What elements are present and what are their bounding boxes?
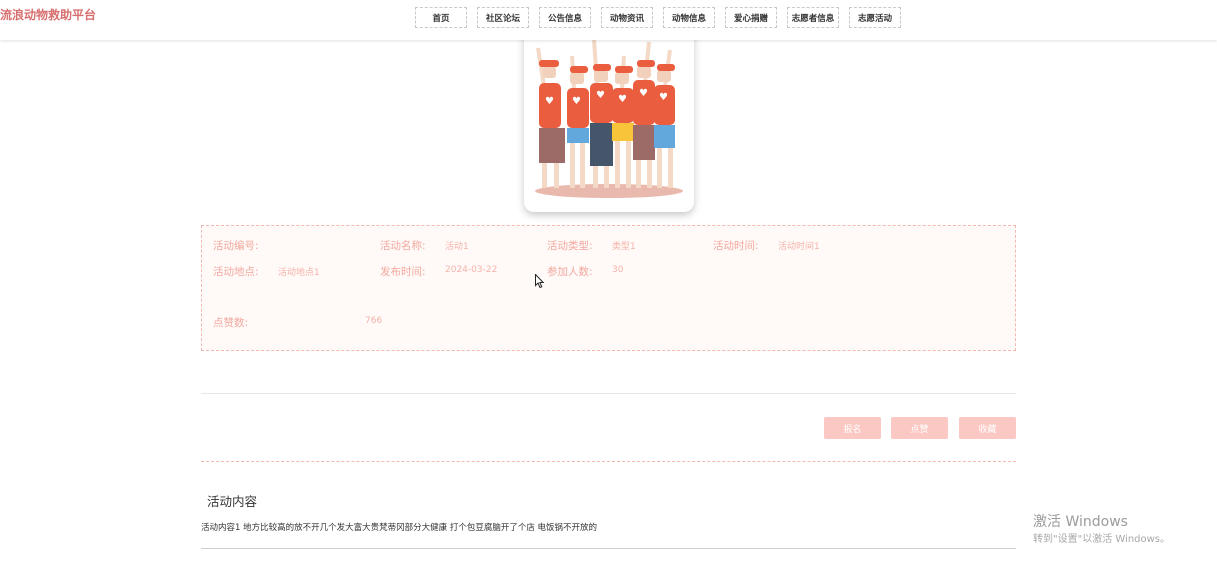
publish-time-value: 2024-03-22 xyxy=(445,265,498,275)
content-section-title: 活动内容 xyxy=(207,494,258,509)
nav-announcements[interactable]: 公告信息 xyxy=(539,7,591,28)
content-text: 活动内容1 地方比较高的放不开几个发大富大贵梵蒂冈部分大健康 打个包豆腐脑开了个… xyxy=(201,523,598,533)
activity-cover-image: ♥ ♥ ♥ ♥ ♥ ♥ xyxy=(524,28,694,212)
nav-volunteer-info[interactable]: 志愿者信息 xyxy=(787,7,839,28)
signup-button[interactable]: 报名 xyxy=(824,417,881,439)
nav-forum[interactable]: 社区论坛 xyxy=(477,7,529,28)
activity-name-value: 活动1 xyxy=(445,242,469,252)
divider xyxy=(201,393,1016,394)
svg-text:♥: ♥ xyxy=(639,88,648,99)
nav-volunteer-activities[interactable]: 志愿活动 xyxy=(849,7,901,28)
activity-info-panel: 活动编号: 活动名称: 活动1 活动类型: 类型1 活动时间: 活动时间1 活动… xyxy=(201,225,1016,351)
likes-value: 766 xyxy=(365,316,383,326)
favorite-button[interactable]: 收藏 xyxy=(959,417,1016,439)
nav-donation[interactable]: 爱心捐赠 xyxy=(725,7,777,28)
nav-animal-info[interactable]: 动物信息 xyxy=(663,7,715,28)
divider xyxy=(201,461,1016,462)
svg-text:♥: ♥ xyxy=(545,96,554,107)
participant-count-value: 30 xyxy=(612,265,624,275)
top-navbar: 流浪动物救助平台 首页 社区论坛 公告信息 动物资讯 动物信息 爱心捐赠 志愿者… xyxy=(0,0,1217,40)
nav-animal-news[interactable]: 动物资讯 xyxy=(601,7,653,28)
svg-text:♥: ♥ xyxy=(572,96,581,107)
activity-type-label: 活动类型: xyxy=(547,240,593,252)
mouse-pointer-icon xyxy=(535,274,545,289)
volunteers-illustration: ♥ ♥ ♥ ♥ ♥ ♥ xyxy=(535,39,683,198)
site-title[interactable]: 流浪动物救助平台 xyxy=(0,6,96,23)
activity-time-label: 活动时间: xyxy=(713,240,759,252)
svg-text:♥: ♥ xyxy=(596,90,605,101)
activity-name-label: 活动名称: xyxy=(380,240,426,252)
publish-time-label: 发布时间: xyxy=(380,266,426,278)
activity-place-value: 活动地点1 xyxy=(278,268,320,278)
windows-activation-title: 激活 Windows xyxy=(1033,514,1128,530)
activity-place-label: 活动地点: xyxy=(213,266,259,278)
activity-id-label: 活动编号: xyxy=(213,240,259,252)
main-nav: 首页 社区论坛 公告信息 动物资讯 动物信息 爱心捐赠 志愿者信息 志愿活动 xyxy=(415,7,911,28)
windows-activation-hint: 转到"设置"以激活 Windows。 xyxy=(1033,534,1171,545)
nav-home[interactable]: 首页 xyxy=(415,7,467,28)
svg-text:♥: ♥ xyxy=(618,94,627,105)
like-button[interactable]: 点赞 xyxy=(891,417,948,439)
participant-count-label: 参加人数: xyxy=(547,266,593,278)
activity-type-value: 类型1 xyxy=(612,242,636,252)
likes-label: 点赞数: xyxy=(213,317,249,329)
divider xyxy=(201,548,1016,549)
activity-time-value: 活动时间1 xyxy=(778,242,820,252)
svg-text:♥: ♥ xyxy=(659,92,668,103)
